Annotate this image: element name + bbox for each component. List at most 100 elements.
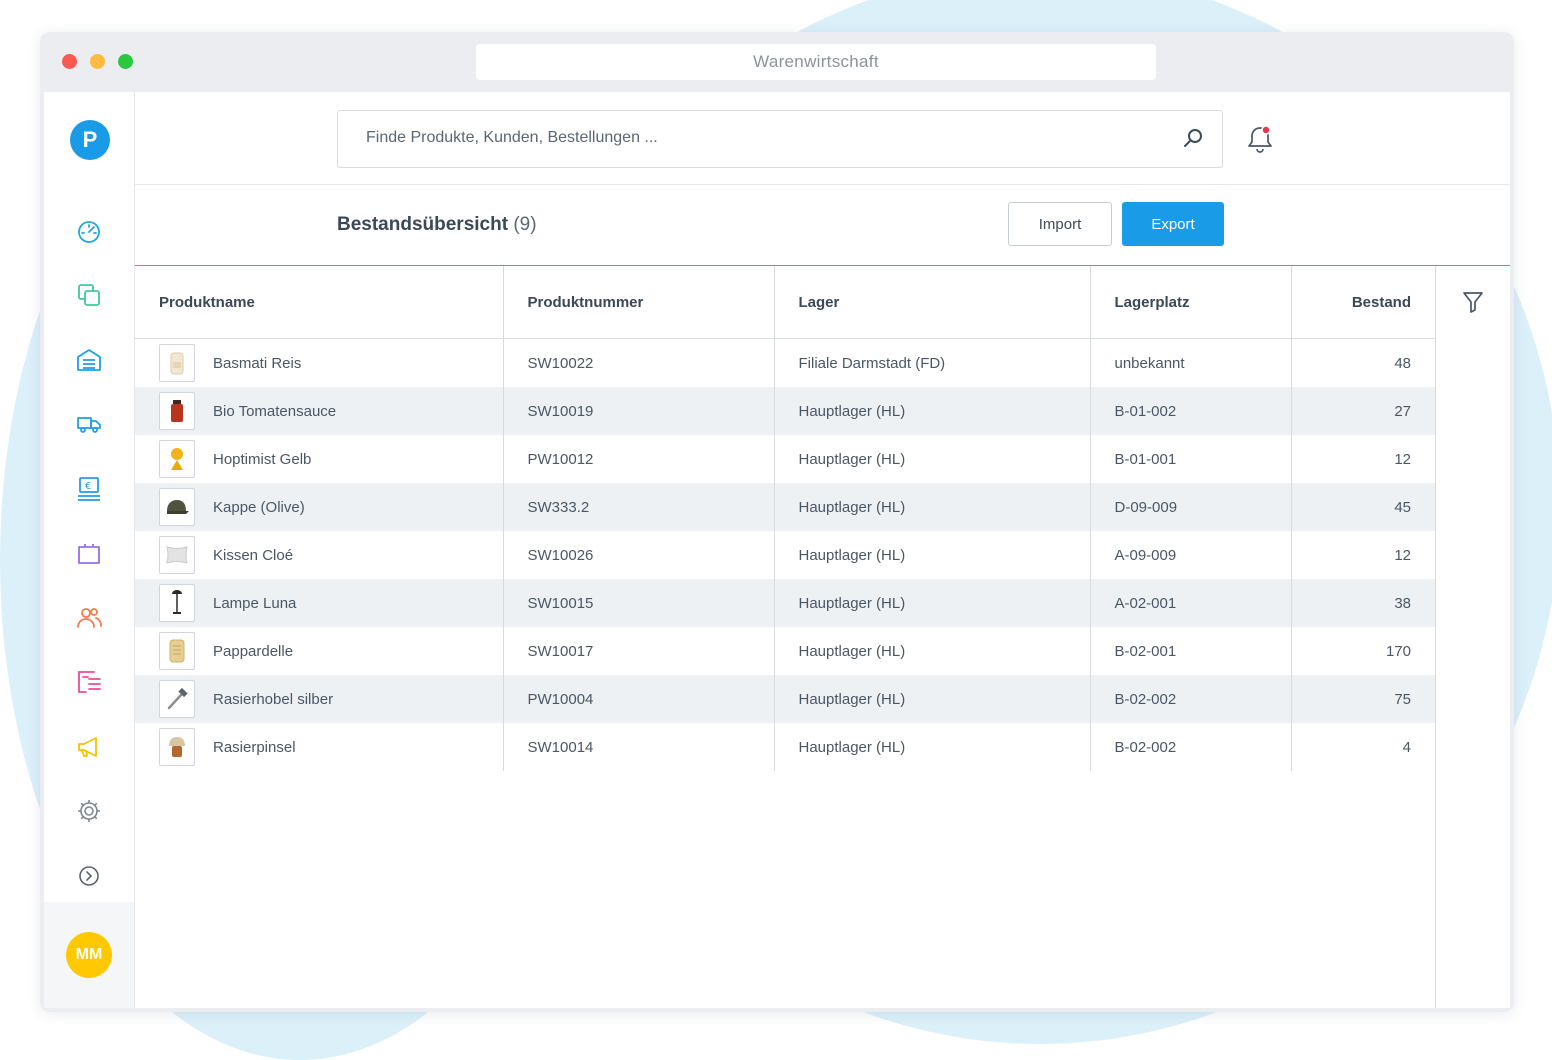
nav-settings-gear-icon[interactable] xyxy=(76,798,102,824)
product-name: Kappe (Olive) xyxy=(213,498,305,516)
product-number: SW10022 xyxy=(503,338,775,387)
warehouse: Hauptlager (HL) xyxy=(774,675,1091,723)
table-row[interactable]: Kissen Cloé SW10026 Hauptlager (HL) A-09… xyxy=(135,531,1435,579)
storage-location: B-02-002 xyxy=(1090,723,1292,771)
item-count: (9) xyxy=(513,214,537,235)
hoptimist-figure-icon xyxy=(159,440,195,478)
nav-marketing-megaphone-icon[interactable] xyxy=(76,734,102,760)
storage-location: B-01-001 xyxy=(1090,435,1292,483)
column-header-produktnummer[interactable]: Produktnummer xyxy=(503,266,775,339)
storage-location: A-02-001 xyxy=(1090,579,1292,627)
table-row[interactable]: Hoptimist Gelb PW10012 Hauptlager (HL) B… xyxy=(135,435,1435,483)
nav-dashboard-gauge-icon[interactable] xyxy=(76,218,102,244)
notification-bell-icon[interactable] xyxy=(1245,124,1275,154)
product-number: SW10019 xyxy=(503,387,775,435)
column-header-bestand[interactable]: Bestand xyxy=(1291,266,1435,339)
product-number: PW10012 xyxy=(503,435,775,483)
inventory-table: Produktname Produktnummer Lager Lagerpla… xyxy=(135,266,1435,771)
stock: 12 xyxy=(1394,546,1411,564)
storage-location: A-09-009 xyxy=(1090,531,1292,579)
product-number: SW10014 xyxy=(503,723,775,771)
product-number: SW10015 xyxy=(503,579,775,627)
product-number: PW10004 xyxy=(503,675,775,723)
nav-customers-users-icon[interactable] xyxy=(76,605,102,631)
app-logo[interactable]: P xyxy=(70,120,110,160)
product-number: SW10017 xyxy=(503,627,775,675)
column-header-lager[interactable]: Lager xyxy=(774,266,1091,339)
warehouse: Hauptlager (HL) xyxy=(774,435,1091,483)
svg-text:€: € xyxy=(85,481,91,492)
table-row[interactable]: Bio Tomatensauce SW10019 Hauptlager (HL)… xyxy=(135,387,1435,435)
stock: 45 xyxy=(1291,483,1435,531)
column-header-produktname[interactable]: Produktname xyxy=(135,266,504,339)
rice-bag-icon xyxy=(159,344,195,382)
stock: 48 xyxy=(1394,354,1411,372)
main-content: Bestandsübersicht (9) Import Export Prod… xyxy=(135,92,1510,1008)
warehouse: Hauptlager (HL) xyxy=(774,531,1091,579)
table-row[interactable]: Rasierhobel silber PW10004 Hauptlager (H… xyxy=(135,675,1435,723)
import-button[interactable]: Import xyxy=(1008,202,1112,246)
warehouse: Hauptlager (HL) xyxy=(774,627,1091,675)
table-header-row: Produktname Produktnummer Lager Lagerpla… xyxy=(135,266,1435,339)
warehouse: Hauptlager (HL) xyxy=(774,723,1091,771)
warehouse: Hauptlager (HL) xyxy=(774,387,1091,435)
nav-expand-chevron-right-circle-icon[interactable] xyxy=(76,863,102,889)
pillow-icon xyxy=(159,536,195,574)
stock: 27 xyxy=(1291,387,1435,435)
window-maximize-button[interactable] xyxy=(118,54,133,69)
nav-documents-list-icon[interactable] xyxy=(76,669,102,695)
stock: 4 xyxy=(1402,738,1411,756)
address-bar[interactable]: Warenwirtschaft xyxy=(476,44,1156,80)
storage-location: B-01-002 xyxy=(1090,387,1292,435)
filter-column-divider xyxy=(1435,266,1436,1008)
cap-icon xyxy=(159,488,195,526)
table-row[interactable]: Basmati Reis SW10022 Filiale Darmstadt (… xyxy=(135,338,1435,387)
search-input[interactable] xyxy=(338,111,1186,165)
product-name: Hoptimist Gelb xyxy=(213,450,312,468)
product-name: Rasierhobel silber xyxy=(213,690,334,708)
nav-shipping-truck-icon[interactable] xyxy=(76,411,102,437)
shaving-brush-icon xyxy=(159,728,195,766)
nav-products-copy-icon[interactable] xyxy=(76,282,102,308)
product-name: Lampe Luna xyxy=(213,594,297,612)
product-name: Basmati Reis xyxy=(213,354,302,372)
stock: 75 xyxy=(1291,675,1435,723)
search-icon[interactable] xyxy=(1182,127,1204,149)
product-name: Kissen Cloé xyxy=(213,546,294,564)
stock: 38 xyxy=(1291,579,1435,627)
export-button[interactable]: Export xyxy=(1122,202,1224,246)
global-search xyxy=(337,110,1223,168)
stock: 12 xyxy=(1394,450,1411,468)
product-name: Bio Tomatensauce xyxy=(213,402,337,420)
storage-location: B-02-001 xyxy=(1090,627,1292,675)
product-number: SW10026 xyxy=(503,531,775,579)
table-row[interactable]: Pappardelle SW10017 Hauptlager (HL) B-02… xyxy=(135,627,1435,675)
sidebar-footer: MM xyxy=(44,902,134,1008)
table-row[interactable]: Kappe (Olive) SW333.2 Hauptlager (HL) D-… xyxy=(135,483,1435,531)
lamp-icon xyxy=(159,584,195,622)
window-minimize-button[interactable] xyxy=(90,54,105,69)
app: P € MM Finde Produkte, Kunden, Bestellun… xyxy=(44,92,1510,1008)
browser-window: Warenwirtschaft P € MM Finde Produkte, K… xyxy=(40,32,1514,1012)
storage-location: unbekannt xyxy=(1090,338,1292,387)
nav-warehouse-icon[interactable] xyxy=(76,347,102,373)
pasta-bag-icon xyxy=(159,632,195,670)
filter-icon[interactable] xyxy=(1461,290,1485,314)
window-close-button[interactable] xyxy=(62,54,77,69)
nav-orders-shopping-bag-icon[interactable] xyxy=(76,540,102,566)
sidebar: P € MM xyxy=(44,92,135,1008)
product-name: Rasierpinsel xyxy=(213,738,296,756)
user-avatar[interactable]: MM xyxy=(66,932,112,978)
warehouse: Filiale Darmstadt (FD) xyxy=(774,338,1091,387)
storage-location: D-09-009 xyxy=(1090,483,1292,531)
razor-icon xyxy=(159,680,195,718)
page-title: Bestandsübersicht (9) xyxy=(337,212,537,238)
page-title-text: Bestandsübersicht xyxy=(337,214,509,235)
column-header-lagerplatz[interactable]: Lagerplatz xyxy=(1090,266,1292,339)
product-name: Pappardelle xyxy=(213,642,294,660)
table-row[interactable]: Lampe Luna SW10015 Hauptlager (HL) A-02-… xyxy=(135,579,1435,627)
table-row[interactable]: Rasierpinsel SW10014 Hauptlager (HL) B-0… xyxy=(135,723,1435,771)
nav-pos-terminal-icon[interactable]: € xyxy=(76,476,102,502)
warehouse: Hauptlager (HL) xyxy=(774,483,1091,531)
warehouse: Hauptlager (HL) xyxy=(774,579,1091,627)
